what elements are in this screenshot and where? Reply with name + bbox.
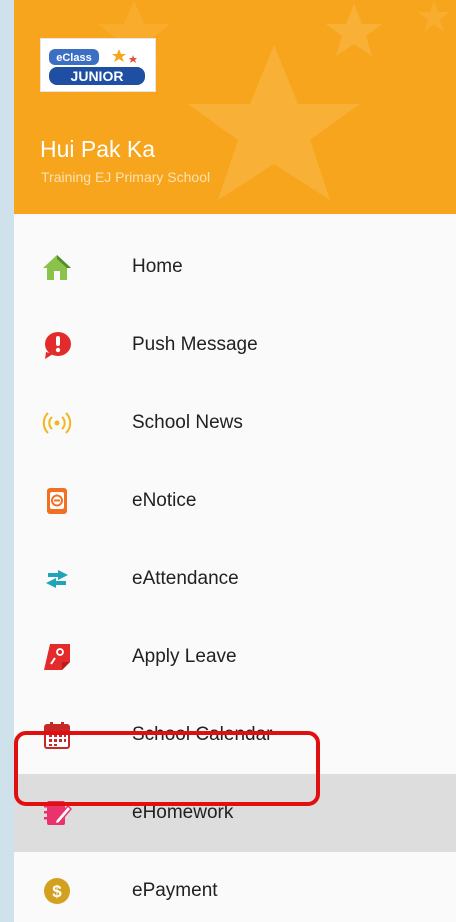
svg-text:$: $ bbox=[52, 882, 62, 901]
school-calendar-icon bbox=[40, 718, 74, 752]
menu-item-apply-leave[interactable]: Apply Leave bbox=[14, 618, 456, 696]
eattendance-icon bbox=[40, 562, 74, 596]
menu-item-school-calendar[interactable]: School Calendar bbox=[14, 696, 456, 774]
eclass-junior-logo: eClass JUNIOR bbox=[40, 38, 156, 92]
menu-item-label: School Calendar bbox=[132, 724, 273, 745]
menu-item-home[interactable]: Home bbox=[14, 228, 456, 306]
left-frame-edge bbox=[0, 0, 14, 922]
menu-item-label: Push Message bbox=[132, 334, 258, 355]
menu-item-label: eAttendance bbox=[132, 568, 239, 589]
user-name: Hui Pak Ka bbox=[40, 136, 156, 162]
school-news-icon bbox=[40, 406, 74, 440]
home-icon bbox=[40, 250, 74, 284]
svg-text:JUNIOR: JUNIOR bbox=[71, 68, 124, 84]
menu-item-eattendance[interactable]: eAttendance bbox=[14, 540, 456, 618]
push-message-icon bbox=[40, 328, 74, 362]
menu-item-label: School News bbox=[132, 412, 243, 433]
menu-list: Home Push Message School News eNotice eA… bbox=[14, 228, 456, 922]
drawer-header: eClass JUNIOR Hui Pak Ka Training EJ Pri… bbox=[14, 0, 456, 214]
menu-item-label: Home bbox=[132, 256, 183, 277]
navigation-drawer: eClass JUNIOR Hui Pak Ka Training EJ Pri… bbox=[14, 0, 456, 922]
apply-leave-icon bbox=[40, 640, 74, 674]
menu-item-label: Apply Leave bbox=[132, 646, 237, 667]
enotice-icon bbox=[40, 484, 74, 518]
menu-item-enotice[interactable]: eNotice bbox=[14, 462, 456, 540]
menu-item-push-message[interactable]: Push Message bbox=[14, 306, 456, 384]
epayment-icon: $ bbox=[40, 874, 74, 908]
menu-item-label: eHomework bbox=[132, 802, 234, 823]
svg-text:eClass: eClass bbox=[56, 52, 91, 64]
ehomework-icon bbox=[40, 796, 74, 830]
menu-item-school-news[interactable]: School News bbox=[14, 384, 456, 462]
school-name: Training EJ Primary School bbox=[41, 169, 211, 185]
menu-item-ehomework[interactable]: eHomework bbox=[14, 774, 456, 852]
menu-item-label: ePayment bbox=[132, 880, 218, 901]
menu-item-epayment[interactable]: $ ePayment bbox=[14, 852, 456, 922]
menu-item-label: eNotice bbox=[132, 490, 197, 511]
